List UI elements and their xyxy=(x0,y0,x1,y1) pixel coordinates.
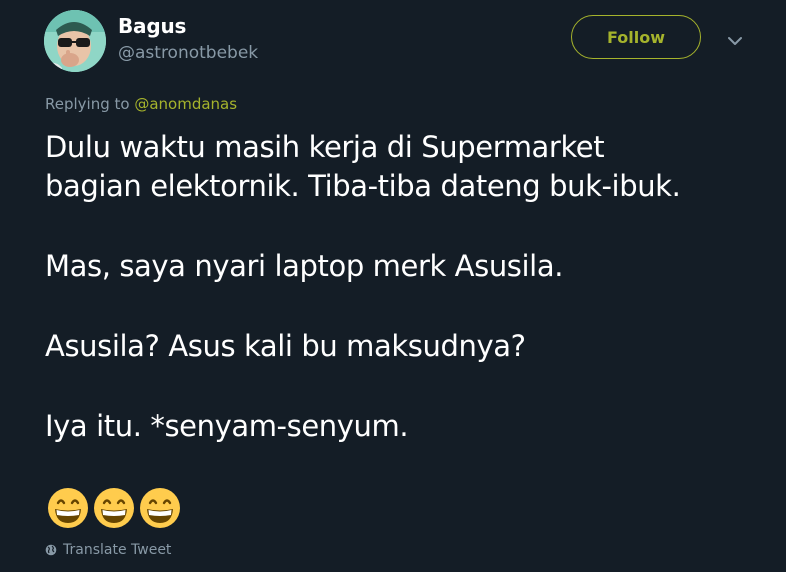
tweet-paragraph: Asusila? Asus kali bu maksudnya? xyxy=(45,327,775,366)
tweet-line: Asusila? Asus kali bu maksudnya? xyxy=(45,329,526,363)
tweet-line: Dulu waktu masih kerja di Supermarket xyxy=(45,130,605,164)
reply-prefix: Replying to xyxy=(45,95,135,113)
tweet-line: Mas, saya nyari laptop merk Asusila. xyxy=(45,249,564,283)
tweet-paragraph: Iya itu. *senyam-senyum. xyxy=(45,407,775,446)
follow-button[interactable]: Follow xyxy=(571,15,701,59)
chevron-down-icon[interactable] xyxy=(724,30,746,52)
author-display-name[interactable]: Bagus xyxy=(118,14,186,38)
translate-label: Translate Tweet xyxy=(63,542,172,558)
avatar-image xyxy=(44,10,106,72)
tweet-line: bagian elektornik. Tiba-tiba dateng buk-… xyxy=(45,169,681,203)
grinning-face-emoji xyxy=(140,488,180,528)
grinning-face-emoji xyxy=(48,488,88,528)
globe-icon xyxy=(45,544,57,556)
tweet-card: Bagus @astronotbebek Follow Replying to … xyxy=(0,0,786,572)
reply-context: Replying to @anomdanas xyxy=(45,95,237,113)
tweet-text: Dulu waktu masih kerja di Supermarket ba… xyxy=(45,128,775,487)
avatar[interactable] xyxy=(44,10,106,72)
emoji-row xyxy=(46,486,182,530)
tweet-line: Iya itu. *senyam-senyum. xyxy=(45,409,409,443)
reply-mention-link[interactable]: @anomdanas xyxy=(134,95,237,113)
author-username[interactable]: @astronotbebek xyxy=(118,43,258,63)
grinning-face-emoji xyxy=(94,488,134,528)
tweet-paragraph: Dulu waktu masih kerja di Supermarket ba… xyxy=(45,128,775,206)
tweet-paragraph: Mas, saya nyari laptop merk Asusila. xyxy=(45,247,775,286)
translate-tweet-link[interactable]: Translate Tweet xyxy=(45,542,171,558)
